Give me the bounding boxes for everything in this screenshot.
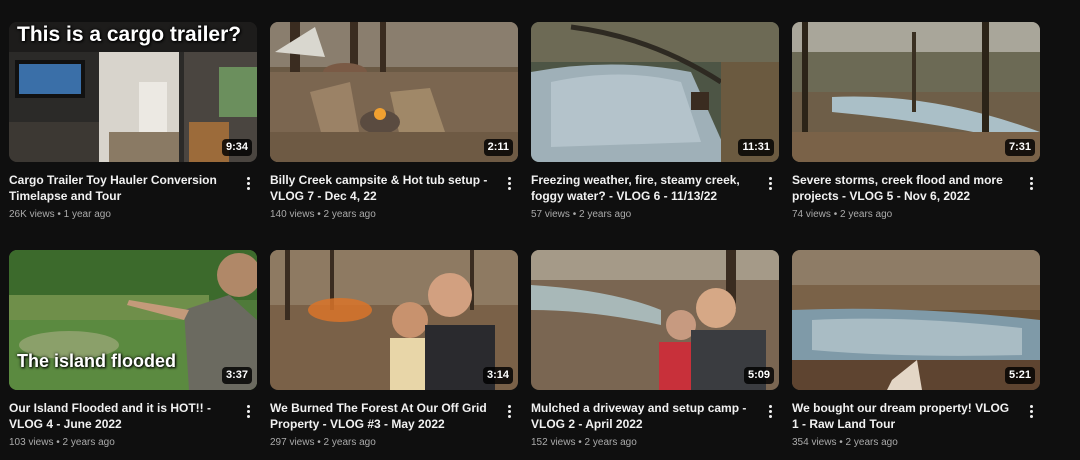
video-title[interactable]: Severe storms, creek flood and more proj… (792, 172, 1016, 204)
view-count: 57 views (531, 209, 570, 220)
more-vert-icon[interactable] (761, 174, 779, 192)
separator-dot: • (56, 437, 60, 448)
more-vert-icon[interactable] (500, 402, 518, 420)
separator-dot: • (833, 209, 838, 220)
video-meta: Freezing weather, fire, steamy creek, fo… (531, 162, 779, 221)
duration-badge: 9:34 (221, 139, 252, 156)
duration-badge: 5:09 (743, 367, 774, 384)
video-thumbnail[interactable]: 5:21 (792, 250, 1040, 390)
video-meta: We bought our dream property! VLOG 1 - R… (792, 390, 1040, 449)
thumbnail-image (792, 22, 1040, 162)
upload-age: 2 years ago (845, 437, 898, 448)
video-stats: 152 views • 2 years ago (531, 436, 755, 449)
separator-dot: • (839, 437, 843, 448)
thumbnail-image (531, 250, 779, 390)
video-thumbnail[interactable]: 3:14 (270, 250, 518, 390)
separator-dot: • (578, 437, 582, 448)
video-stats: 103 views • 2 years ago (9, 436, 233, 449)
video-stats: 140 views • 2 years ago (270, 208, 494, 221)
duration-badge: 3:37 (221, 367, 252, 384)
video-title[interactable]: Our Island Flooded and it is HOT!! - VLO… (9, 400, 233, 432)
more-vert-icon[interactable] (500, 174, 518, 192)
upload-age: 2 years ago (323, 437, 376, 448)
video-stats: 26K views • 1 year ago (9, 208, 233, 221)
view-count: 354 views (792, 437, 837, 448)
video-meta: Billy Creek campsite & Hot tub setup - V… (270, 162, 518, 221)
video-title[interactable]: Billy Creek campsite & Hot tub setup - V… (270, 172, 494, 204)
duration-badge: 2:11 (483, 139, 513, 156)
video-card[interactable]: 5:09 Mulched a driveway and setup camp -… (531, 250, 779, 460)
duration-badge: 11:31 (738, 139, 774, 156)
video-thumbnail[interactable]: This is a cargo trailer? 9:34 (9, 22, 257, 162)
video-title[interactable]: Cargo Trailer Toy Hauler Conversion Time… (9, 172, 233, 204)
view-count: 152 views (531, 437, 576, 448)
video-card[interactable]: 11:31 Freezing weather, fire, steamy cre… (531, 22, 779, 232)
video-title[interactable]: Mulched a driveway and setup camp - VLOG… (531, 400, 755, 432)
video-card[interactable]: This is a cargo trailer? 9:34 Cargo Trai… (9, 22, 257, 232)
duration-badge: 5:21 (1004, 367, 1035, 384)
view-count: 103 views (9, 437, 54, 448)
separator-dot: • (317, 437, 321, 448)
video-title[interactable]: We Burned The Forest At Our Off Grid Pro… (270, 400, 494, 432)
video-thumbnail[interactable]: 11:31 (531, 22, 779, 162)
video-stats: 354 views • 2 years ago (792, 436, 1016, 449)
more-vert-icon[interactable] (1022, 402, 1040, 420)
video-meta: We Burned The Forest At Our Off Grid Pro… (270, 390, 518, 449)
duration-badge: 7:31 (1004, 139, 1035, 156)
more-vert-icon[interactable] (239, 174, 257, 192)
video-card[interactable]: 5:21 We bought our dream property! VLOG … (792, 250, 1040, 460)
video-card[interactable]: 2:11 Billy Creek campsite & Hot tub setu… (270, 22, 518, 232)
duration-badge: 3:14 (482, 367, 513, 384)
upload-age: 2 years ago (62, 437, 115, 448)
upload-age: 2 years ago (584, 437, 637, 448)
video-grid: This is a cargo trailer? 9:34 Cargo Trai… (9, 22, 1040, 460)
upload-age: 2 years ago (839, 209, 893, 220)
video-thumbnail[interactable]: The island flooded 3:37 (9, 250, 257, 390)
upload-age: 2 years ago (578, 209, 632, 220)
upload-age: 2 years ago (323, 209, 376, 220)
video-stats: 74 views • 2 years ago (792, 208, 1016, 221)
video-card[interactable]: The island flooded 3:37 Our Island Flood… (9, 250, 257, 460)
video-thumbnail[interactable]: 2:11 (270, 22, 518, 162)
more-vert-icon[interactable] (761, 402, 779, 420)
thumbnail-image (270, 22, 518, 162)
thumbnail-overlay-text: The island flooded (17, 351, 177, 371)
thumbnail-overlay-text: This is a cargo trailer? (17, 23, 242, 46)
video-thumbnail[interactable]: 5:09 (531, 250, 779, 390)
video-meta: Severe storms, creek flood and more proj… (792, 162, 1040, 221)
upload-age: 1 year ago (63, 209, 111, 220)
view-count: 74 views (792, 209, 831, 220)
view-count: 297 views (270, 437, 315, 448)
thumbnail-image (792, 250, 1040, 390)
video-stats: 57 views • 2 years ago (531, 208, 755, 221)
video-title[interactable]: Freezing weather, fire, steamy creek, fo… (531, 172, 755, 204)
video-stats: 297 views • 2 years ago (270, 436, 494, 449)
video-title[interactable]: We bought our dream property! VLOG 1 - R… (792, 400, 1016, 432)
separator-dot: • (317, 209, 321, 220)
video-thumbnail[interactable]: 7:31 (792, 22, 1040, 162)
more-vert-icon[interactable] (239, 402, 257, 420)
separator-dot: • (57, 209, 61, 220)
video-meta: Cargo Trailer Toy Hauler Conversion Time… (9, 162, 257, 221)
video-card[interactable]: 3:14 We Burned The Forest At Our Off Gri… (270, 250, 518, 460)
video-card[interactable]: 7:31 Severe storms, creek flood and more… (792, 22, 1040, 232)
video-meta: Our Island Flooded and it is HOT!! - VLO… (9, 390, 257, 449)
separator-dot: • (572, 209, 577, 220)
view-count: 26K views (9, 209, 55, 220)
view-count: 140 views (270, 209, 315, 220)
thumbnail-image (270, 250, 518, 390)
more-vert-icon[interactable] (1022, 174, 1040, 192)
video-meta: Mulched a driveway and setup camp - VLOG… (531, 390, 779, 449)
